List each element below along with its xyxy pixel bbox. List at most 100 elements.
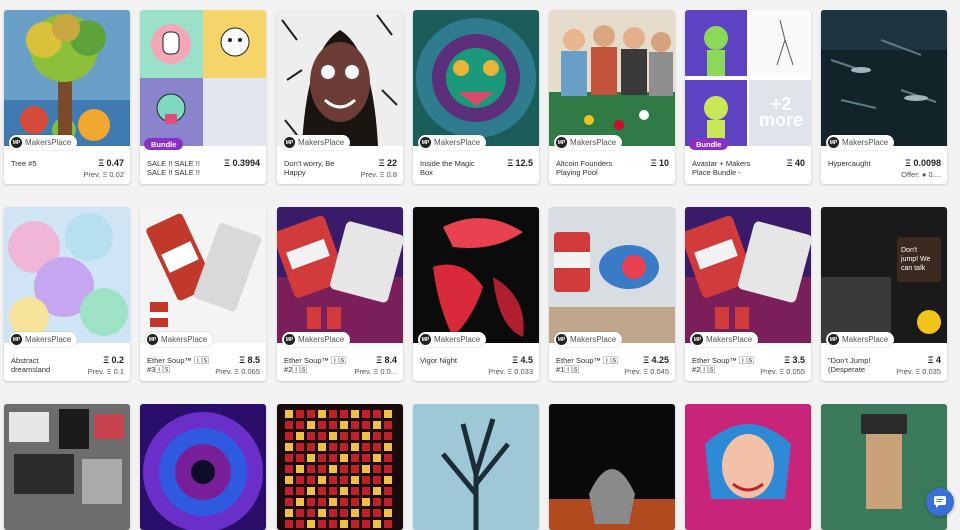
artwork-card[interactable]: [549, 404, 675, 530]
artwork-thumbnail[interactable]: Don't jump! We can talk: [821, 207, 947, 343]
artwork-price: Ξ 10: [650, 158, 669, 168]
platform-pill[interactable]: MP MakersPlace: [418, 332, 487, 347]
artwork-thumbnail[interactable]: [140, 404, 266, 530]
artwork-card[interactable]: MP MakersPlace Tree #5 Ξ 0.47 Prev. Ξ 0.0…: [4, 10, 130, 184]
artwork-thumbnail[interactable]: [549, 404, 675, 530]
artwork-price: Ξ 0.2: [103, 355, 124, 365]
artwork-card[interactable]: MP MakersPlace Ether Soup™ 🄸🅂 #2🄸🅂 Ξ 3.5 …: [685, 207, 811, 381]
artwork-title[interactable]: SALE !! SALE !! SALE !! SALE !!: [147, 159, 219, 177]
artwork-thumbnail[interactable]: [413, 10, 539, 146]
artwork-thumbnail[interactable]: [4, 404, 130, 530]
platform-pill[interactable]: MP MakersPlace: [282, 332, 351, 347]
card-meta: Tree #5 Ξ 0.47 Prev. Ξ 0.02: [4, 154, 130, 184]
artwork-thumbnail[interactable]: [685, 207, 811, 343]
card-meta: Ether Soup™ 🄸🅂 #1🄸🅂 Ξ 4.25 Prev. Ξ 0.045: [549, 351, 675, 381]
platform-label: MakersPlace: [842, 335, 889, 344]
card-meta: Ether Soup™ 🄸🅂 #3🄸🅂 Ξ 8.5 Prev. Ξ 0.065: [140, 351, 266, 381]
artwork-thumbnail[interactable]: [821, 404, 947, 530]
artwork-title[interactable]: Hypercaught: [828, 159, 900, 168]
artwork-card[interactable]: [4, 404, 130, 530]
card-meta: SALE !! SALE !! SALE !! SALE !! Ξ 0.3994: [140, 154, 266, 184]
previous-price: Prev. Ξ 0.045: [624, 367, 669, 376]
artwork-card[interactable]: Bundle SALE !! SALE !! SALE !! SALE !! Ξ…: [140, 10, 266, 184]
platform-pill[interactable]: MP MakersPlace: [554, 332, 623, 347]
artwork-title[interactable]: Ether Soup™ 🄸🅂 #2🄸🅂: [284, 356, 356, 374]
platform-pill[interactable]: MP MakersPlace: [418, 135, 487, 150]
artwork-title[interactable]: Altcoin Founders Playing Pool: [556, 159, 628, 177]
card-meta: Ether Soup™ 🄸🅂 #2🄸🅂 Ξ 8.4 Prev. Ξ 0.0...: [277, 351, 403, 381]
artwork-thumbnail[interactable]: [140, 10, 266, 146]
card-meta: Ether Soup™ 🄸🅂 #2🄸🅂 Ξ 3.5 Prev. Ξ 0.055: [685, 351, 811, 381]
makersplace-logo-icon: MP: [11, 137, 22, 148]
previous-price: Prev. Ξ 0.055: [760, 367, 805, 376]
artwork-card[interactable]: MP MakersPlace Hypercaught Ξ 0.0098 Offer…: [821, 10, 947, 184]
artwork-card[interactable]: MP MakersPlace Inside the Magic Box Ξ 12.…: [413, 10, 539, 184]
card-meta: Abstract dreamsland Ξ 0.2 Prev. Ξ 0.1: [4, 351, 130, 381]
chat-button[interactable]: [926, 488, 954, 516]
artwork-title[interactable]: Ether Soup™ 🄸🅂 #1🄸🅂: [556, 356, 628, 374]
chat-bubble-icon: [934, 496, 946, 508]
artwork-thumbnail[interactable]: [549, 207, 675, 343]
artwork-thumbnail[interactable]: [277, 404, 403, 530]
artwork-card[interactable]: +2 more Bundle Avastar + Makers Place Bun…: [685, 10, 811, 184]
artwork-card[interactable]: MP MakersPlace Ether Soup™ 🄸🅂 #3🄸🅂 Ξ 8.5 …: [140, 207, 266, 381]
artwork-card[interactable]: [277, 404, 403, 530]
artwork-title[interactable]: Ether Soup™ 🄸🅂 #3🄸🅂: [147, 356, 219, 374]
artwork-card[interactable]: Don't jump! We can talk MP MakersPlace "D…: [821, 207, 947, 381]
platform-pill[interactable]: MP MakersPlace: [826, 332, 895, 347]
artwork-card[interactable]: MP MakersPlace Altcoin Founders Playing P…: [549, 10, 675, 184]
artwork-thumbnail[interactable]: [413, 207, 539, 343]
platform-label: MakersPlace: [842, 138, 889, 147]
artwork-thumbnail[interactable]: [821, 10, 947, 146]
platform-pill[interactable]: MP MakersPlace: [282, 135, 351, 150]
artwork-title[interactable]: "Don't Jump! (Desperate: [828, 356, 900, 374]
makersplace-logo-icon: MP: [147, 334, 158, 345]
platform-pill[interactable]: MP MakersPlace: [554, 135, 623, 150]
artwork-title[interactable]: Inside the Magic Box: [420, 159, 492, 177]
artwork-title[interactable]: Abstract dreamsland: [11, 356, 83, 374]
artwork-title[interactable]: Avastar + Makers Place Bundle -: [692, 159, 764, 177]
platform-label: MakersPlace: [25, 138, 72, 147]
platform-label: MakersPlace: [570, 138, 617, 147]
artwork-thumbnail[interactable]: [4, 10, 130, 146]
artwork-card[interactable]: [140, 404, 266, 530]
artwork-price: Ξ 0.0098: [905, 158, 941, 168]
artwork-title[interactable]: Vigor Night: [420, 356, 492, 365]
artwork-thumbnail[interactable]: [413, 404, 539, 530]
artwork-grid: MP MakersPlace Tree #5 Ξ 0.47 Prev. Ξ 0.0…: [0, 0, 960, 530]
platform-pill[interactable]: MP MakersPlace: [9, 332, 78, 347]
platform-label: MakersPlace: [298, 138, 345, 147]
card-meta: Inside the Magic Box Ξ 12.5: [413, 154, 539, 184]
platform-label: MakersPlace: [298, 335, 345, 344]
platform-pill[interactable]: MP MakersPlace: [690, 332, 759, 347]
artwork-thumbnail[interactable]: [277, 10, 403, 146]
artwork-thumbnail[interactable]: [140, 207, 266, 343]
artwork-thumbnail[interactable]: [549, 10, 675, 146]
previous-price: Prev. Ξ 0.02: [83, 170, 124, 179]
artwork-card[interactable]: MP MakersPlace Don't worry, Be Happy Ξ 22…: [277, 10, 403, 184]
card-meta: Avastar + Makers Place Bundle - Ξ 40: [685, 154, 811, 184]
platform-pill[interactable]: MP MakersPlace: [145, 332, 214, 347]
artwork-card[interactable]: [413, 404, 539, 530]
artwork-thumbnail[interactable]: [685, 404, 811, 530]
artwork-title[interactable]: Ether Soup™ 🄸🅂 #2🄸🅂: [692, 356, 764, 374]
platform-pill[interactable]: MP MakersPlace: [9, 135, 78, 150]
artwork-title[interactable]: Tree #5: [11, 159, 83, 168]
artwork-card[interactable]: MP MakersPlace Vigor Night Ξ 4.5 Prev. Ξ …: [413, 207, 539, 381]
makersplace-logo-icon: MP: [420, 137, 431, 148]
artwork-card[interactable]: MP MakersPlace Abstract dreamsland Ξ 0.2 …: [4, 207, 130, 381]
artwork-thumbnail[interactable]: [277, 207, 403, 343]
platform-pill[interactable]: MP MakersPlace: [826, 135, 895, 150]
artwork-card[interactable]: MP MakersPlace Ether Soup™ 🄸🅂 #1🄸🅂 Ξ 4.25…: [549, 207, 675, 381]
bundle-badge: Bundle: [144, 138, 184, 150]
artwork-thumbnail[interactable]: [4, 207, 130, 343]
artwork-card[interactable]: [821, 404, 947, 530]
card-meta: Hypercaught Ξ 0.0098 Offer: ● 0....: [821, 154, 947, 184]
platform-label: MakersPlace: [570, 335, 617, 344]
artwork-price: Ξ 12.5: [507, 158, 533, 168]
artwork-price: Ξ 0.3994: [224, 158, 260, 168]
artwork-title[interactable]: Don't worry, Be Happy: [284, 159, 356, 177]
artwork-card[interactable]: MP MakersPlace Ether Soup™ 🄸🅂 #2🄸🅂 Ξ 8.4 …: [277, 207, 403, 381]
platform-label: MakersPlace: [161, 335, 208, 344]
artwork-card[interactable]: [685, 404, 811, 530]
